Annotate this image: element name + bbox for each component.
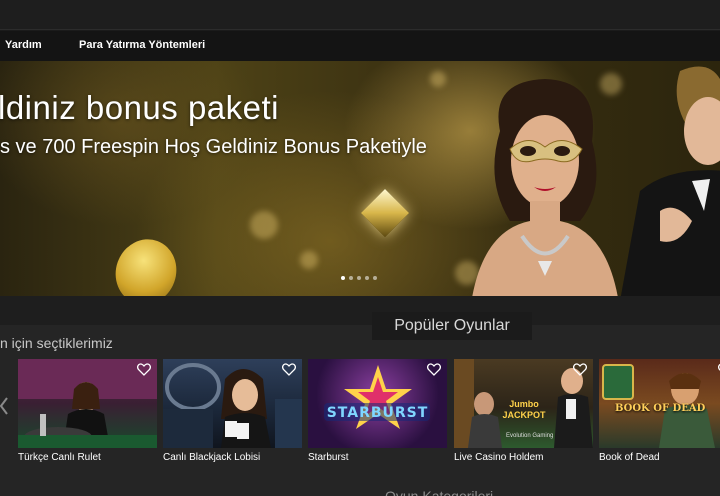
man-in-tuxedo-image (620, 66, 720, 296)
game-thumbnail[interactable] (163, 359, 302, 448)
heart-outline-icon[interactable] (427, 363, 441, 376)
game-title[interactable]: Türkçe Canlı Rulet (18, 452, 157, 463)
chevron-left-icon[interactable] (0, 396, 8, 416)
diamond-image (360, 188, 410, 238)
gold-coin-image (106, 230, 186, 296)
popular-games-title: Popüler Oyunlar (372, 312, 532, 340)
banner-subline: s ve 700 Freespin Hoş Geldiniz Bonus Pak… (0, 136, 427, 158)
bokeh-light (250, 211, 278, 239)
game-thumbnail[interactable]: STARBURST (308, 359, 447, 448)
provider-logo-text: Evolution Gaming (506, 433, 554, 439)
masked-woman-image (472, 79, 618, 296)
main-navigation: Yardım Para Yatırma Yöntemleri (0, 31, 720, 61)
game-card[interactable]: Jumbo JACKPOT Evolution Gaming Live Casi… (454, 359, 593, 463)
starburst-logo-text: STARBURST (326, 405, 429, 421)
game-title[interactable]: Book of Dead (599, 452, 720, 463)
heart-outline-icon[interactable] (282, 363, 296, 376)
carousel-dot[interactable] (373, 276, 377, 280)
book-of-dead-logo-text: BOOK OF DEAD (615, 403, 706, 414)
bokeh-light (300, 251, 318, 269)
game-card[interactable]: BOOK OF DEAD Book of Dead (599, 359, 720, 463)
carousel-indicators (341, 276, 377, 280)
carousel-dot[interactable] (341, 276, 345, 280)
game-title[interactable]: Starburst (308, 452, 447, 463)
game-card[interactable]: Canlı Blackjack Lobisi (163, 359, 302, 463)
carousel-dot[interactable] (349, 276, 353, 280)
game-card[interactable]: STARBURST Starburst (308, 359, 447, 463)
hero-banner[interactable]: ldiniz bonus paketi s ve 700 Freespin Ho… (0, 61, 720, 296)
categories-title-partial: Oyun Kategorileri (385, 488, 494, 496)
picks-section-title: n için seçtiklerimiz (0, 335, 113, 351)
game-title[interactable]: Canlı Blackjack Lobisi (163, 452, 302, 463)
banner-headline: ldiniz bonus paketi (0, 89, 280, 126)
heart-outline-icon[interactable] (137, 363, 151, 376)
carousel-dot[interactable] (357, 276, 361, 280)
game-thumbnail[interactable]: Jumbo JACKPOT Evolution Gaming (454, 359, 593, 448)
carousel-dot[interactable] (365, 276, 369, 280)
bokeh-light (430, 71, 446, 87)
nav-help-link[interactable]: Yardım (5, 39, 42, 51)
game-thumbnail[interactable]: BOOK OF DEAD (599, 359, 720, 448)
section-divider (0, 296, 720, 325)
game-thumbnail[interactable] (18, 359, 157, 448)
game-title[interactable]: Live Casino Holdem (454, 452, 593, 463)
top-bar (0, 0, 720, 30)
nav-payment-methods-link[interactable]: Para Yatırma Yöntemleri (79, 39, 205, 51)
jumbo-jackpot-logo-text: Jumbo JACKPOT (502, 399, 546, 420)
game-card[interactable]: Türkçe Canlı Rulet (18, 359, 157, 463)
heart-outline-icon[interactable] (573, 363, 587, 376)
